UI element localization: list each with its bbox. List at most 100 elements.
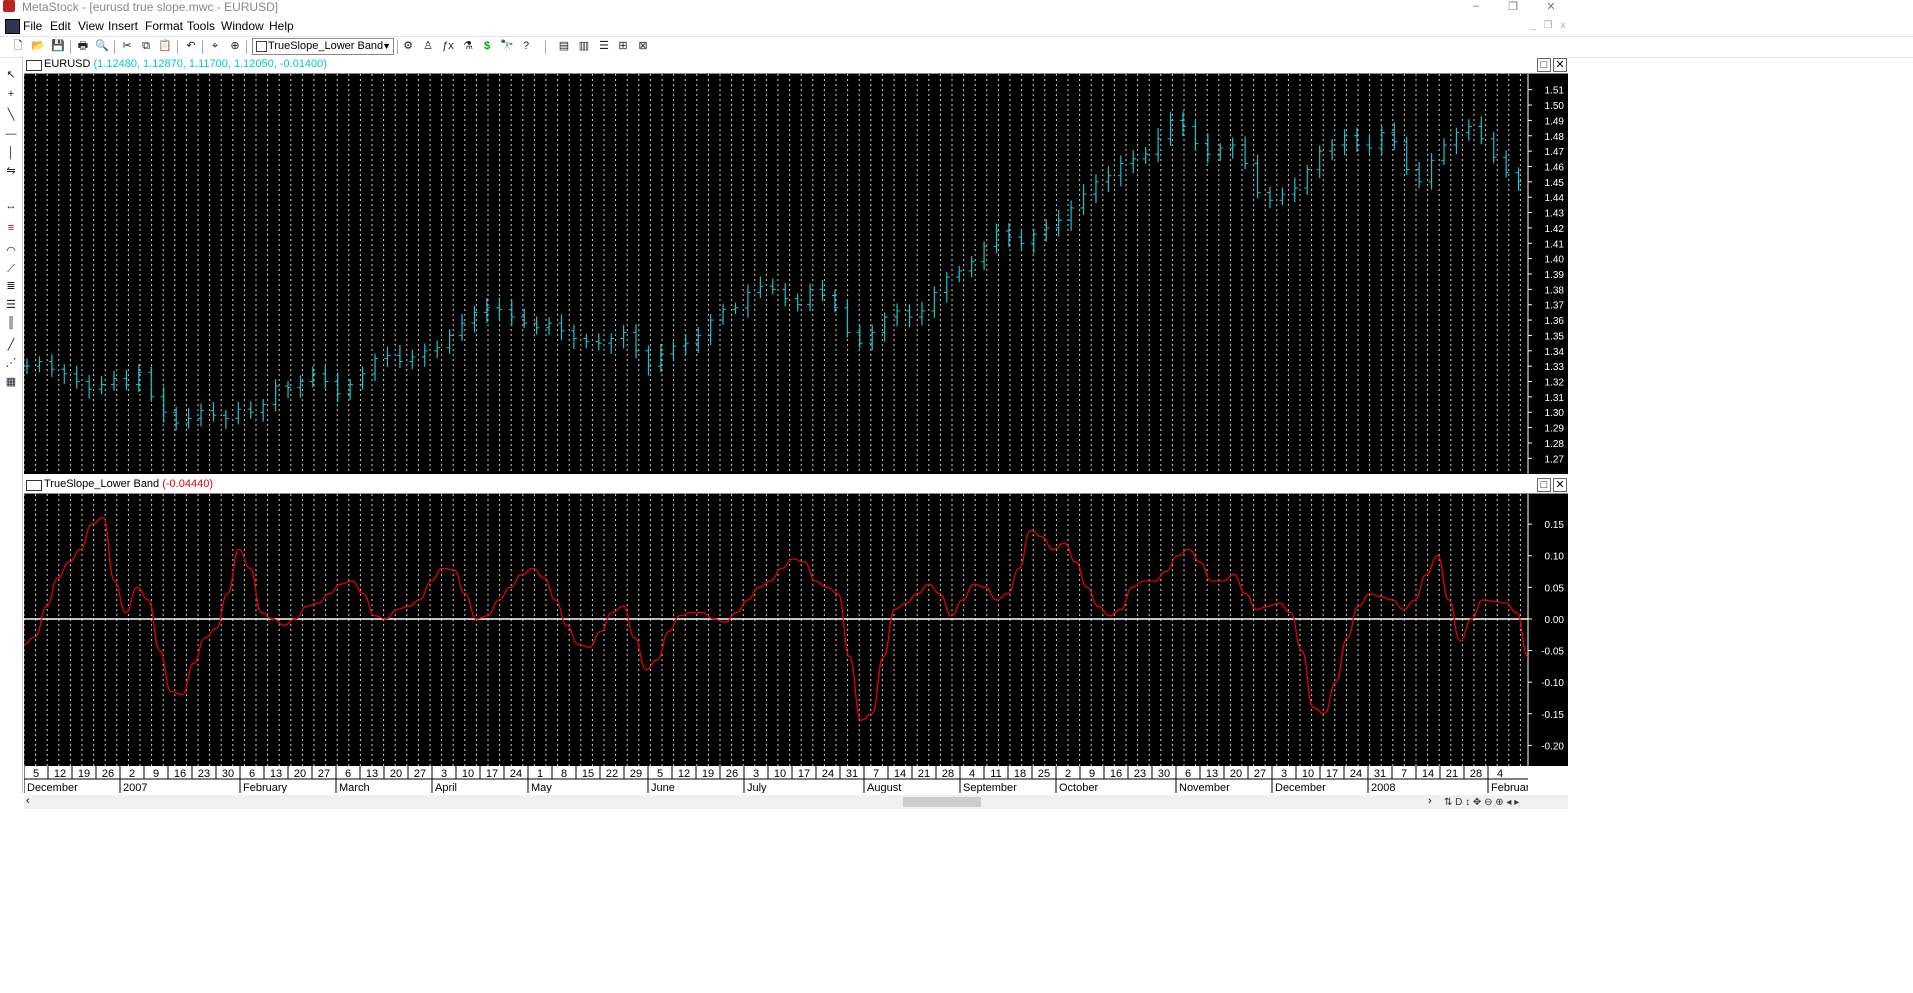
y-tick-label: 0.15	[1545, 520, 1565, 531]
y-tick-label: 1.49	[1545, 116, 1565, 127]
horizontal-scrollbar[interactable]: ‹ ›	[24, 795, 1568, 809]
binoculars-icon[interactable]: 🔭	[499, 39, 515, 54]
speed-lines-icon[interactable]: ≣	[3, 279, 19, 293]
day-label: 1	[537, 768, 543, 780]
day-label: 6	[345, 768, 351, 780]
tile-horizontal-icon[interactable]: ☰	[596, 39, 612, 54]
month-label: November	[1179, 782, 1230, 793]
day-label: 19	[702, 768, 714, 780]
chart-nav-controls[interactable]: ⇅ D ↕ ✥ ⊖ ⊕ ◂ ▸	[1444, 797, 1519, 808]
crosshair-icon[interactable]: ⌖	[207, 39, 223, 54]
y-tick-label: 1.42	[1545, 224, 1565, 235]
y-tick-label: 1.38	[1545, 285, 1565, 296]
restore-button[interactable]: ❐	[1503, 0, 1523, 13]
close-button[interactable]: ✕	[1541, 0, 1561, 13]
fibonacci-icon[interactable]: ≡	[3, 221, 19, 235]
indicator-select[interactable]: TrueSlope_Lower Band ▼	[252, 38, 394, 55]
day-label: 10	[462, 768, 474, 780]
day-label: 26	[726, 768, 738, 780]
menu-format[interactable]: Format	[145, 19, 183, 33]
menu-edit[interactable]: Edit	[50, 19, 71, 33]
gann-fan-icon[interactable]: ⟋	[3, 262, 19, 276]
time-cycle-icon[interactable]: ↔	[3, 199, 19, 213]
chevron-down-icon[interactable]: ▼	[382, 39, 391, 54]
explorer-icon[interactable]: ♙	[420, 39, 436, 54]
day-label: 27	[414, 768, 426, 780]
day-label: 10	[774, 768, 786, 780]
pointer-icon[interactable]: ↖	[3, 68, 19, 82]
time-zones-icon[interactable]: ║	[3, 316, 19, 330]
formula-icon[interactable]: ƒx	[440, 39, 456, 54]
mdi-minimize-icon[interactable]: _	[1526, 20, 1540, 32]
mdi-restore-icon[interactable]: ❐	[1541, 20, 1555, 32]
open-folder-icon[interactable]: 📂	[30, 39, 46, 54]
menu-view[interactable]: View	[78, 19, 104, 33]
maximize-pane-icon[interactable]: □	[1537, 478, 1551, 492]
y-tick-label: 1.37	[1545, 301, 1565, 312]
tile-vertical-icon[interactable]: ▥	[576, 39, 592, 54]
cascade-windows-icon[interactable]: ▤	[556, 39, 572, 54]
toolbar-separator	[545, 40, 546, 54]
arrange-icon[interactable]: ⊠	[635, 39, 651, 54]
month-label: February	[1491, 782, 1528, 793]
cycle-lines-icon[interactable]: ⇋	[3, 164, 19, 178]
print-icon[interactable]: 🖶	[75, 39, 91, 54]
day-label: 6	[1185, 768, 1191, 780]
month-label: 2007	[123, 782, 147, 793]
indicator-chart-pane[interactable]: 0.15 0.10 0.05 0.00 -0.05 -0.10 -0.15 -0.20	[23, 494, 1568, 766]
price-chart[interactable]: 1.51 1.50 1.49 1.48 1.47 1.46 1.45 1.44 1.43 1.42…	[23, 74, 1568, 474]
fibonacci-arc-icon[interactable]: ◠	[3, 244, 19, 258]
scroll-left-icon[interactable]: ‹	[26, 795, 30, 807]
copy-icon[interactable]: ⧉	[138, 39, 154, 54]
grid-icon[interactable]: ▦	[3, 375, 19, 389]
cut-icon[interactable]: ✂	[119, 39, 135, 54]
menu-tools[interactable]: Tools	[187, 19, 215, 33]
price-chart-pane[interactable]: 1.51 1.50 1.49 1.48 1.47 1.46 1.45 1.44 1.43 1.42…	[23, 74, 1568, 474]
price-values: (1.12480, 1.12870, 1.11700, 1.12050, -0.…	[93, 58, 327, 70]
tile-grid-icon[interactable]: ⊞	[615, 39, 631, 54]
raff-channel-icon[interactable]: ╱	[3, 338, 19, 352]
vertical-line-icon[interactable]: │	[3, 146, 19, 160]
menu-file[interactable]: File	[23, 19, 42, 33]
print-preview-icon[interactable]: 🔍	[94, 39, 110, 54]
retracement-icon[interactable]: ☰	[3, 298, 19, 312]
day-label: 22	[606, 768, 618, 780]
menu-window[interactable]: Window	[221, 19, 264, 33]
document-window-icon[interactable]	[5, 19, 20, 34]
mdi-close-icon[interactable]: x	[1556, 20, 1570, 32]
undo-icon[interactable]: ↶	[183, 39, 199, 54]
y-tick-label: 1.44	[1545, 193, 1565, 204]
y-tick-label: 1.33	[1545, 362, 1565, 373]
help-pointer-icon[interactable]: ?	[518, 39, 534, 54]
close-pane-icon[interactable]: ✕	[1553, 478, 1567, 492]
system-tester-icon[interactable]: ⚗	[460, 39, 476, 54]
day-label: 31	[1374, 768, 1386, 780]
trendline-icon[interactable]: ╲	[3, 108, 19, 122]
day-label: 28	[1470, 768, 1482, 780]
scroll-right-icon[interactable]: ›	[1428, 795, 1432, 807]
toolbar-separator	[177, 40, 178, 54]
indicator-chart[interactable]: 0.15 0.10 0.05 0.00 -0.05 -0.10 -0.15 -0.20	[23, 494, 1568, 766]
menu-insert[interactable]: Insert	[108, 19, 138, 33]
andrews-pitchfork-icon[interactable]: ⋰	[3, 356, 19, 370]
scrollbar-thumb[interactable]	[903, 797, 981, 807]
dollar-icon[interactable]: $	[479, 39, 495, 54]
close-pane-icon[interactable]: ✕	[1553, 58, 1567, 72]
crosshair-icon[interactable]: +	[3, 87, 19, 101]
menu-help[interactable]: Help	[269, 19, 294, 33]
day-label: 28	[942, 768, 954, 780]
minimize-button[interactable]: –	[1466, 0, 1486, 12]
maximize-pane-icon[interactable]: □	[1537, 58, 1551, 72]
horizontal-line-icon[interactable]: —	[3, 127, 19, 141]
save-icon[interactable]: 💾	[50, 39, 66, 54]
paste-icon[interactable]: 📋	[157, 39, 173, 54]
day-label: 3	[441, 768, 447, 780]
y-tick-label: 1.30	[1545, 408, 1565, 419]
expert-advisor-icon[interactable]: ⚙	[400, 39, 416, 54]
day-label: 20	[1230, 768, 1242, 780]
day-label: 26	[102, 768, 114, 780]
zoom-icon[interactable]: ⊕	[227, 39, 243, 54]
day-label: 27	[1254, 768, 1266, 780]
month-label: June	[651, 782, 675, 793]
new-file-icon[interactable]: 🗋	[10, 39, 26, 54]
